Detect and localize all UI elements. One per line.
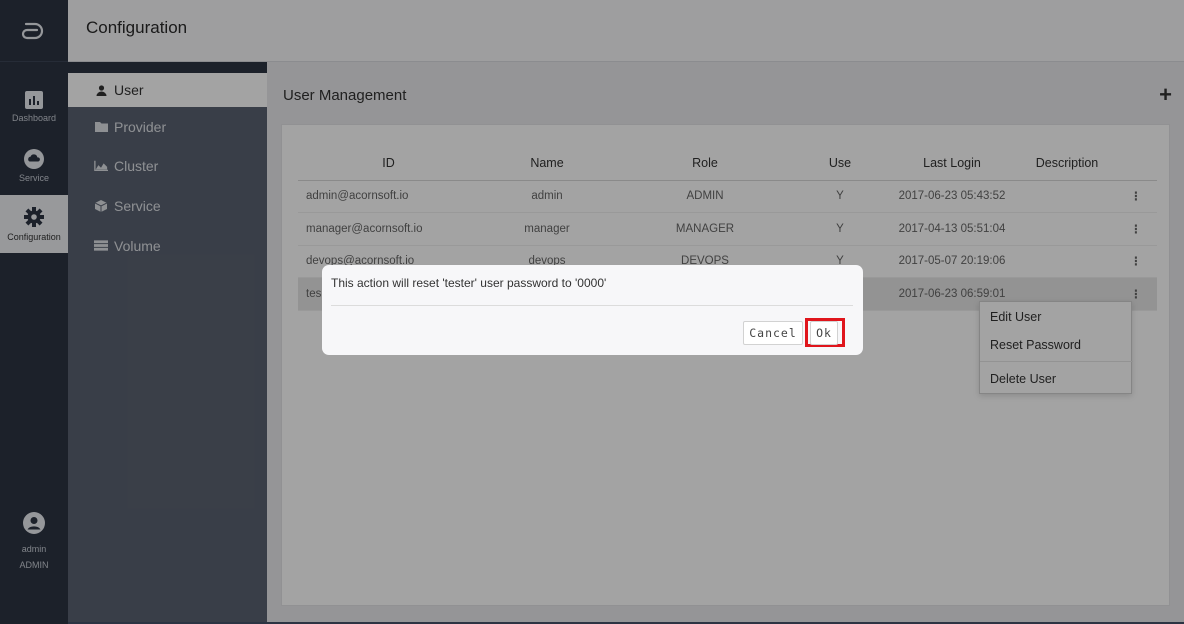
cancel-button[interactable]: Cancel [743, 321, 803, 345]
ok-button[interactable]: Ok [810, 321, 838, 345]
confirm-dialog: This action will reset 'tester' user pas… [322, 265, 863, 355]
dialog-divider [331, 305, 853, 306]
dialog-message: This action will reset 'tester' user pas… [331, 276, 607, 290]
